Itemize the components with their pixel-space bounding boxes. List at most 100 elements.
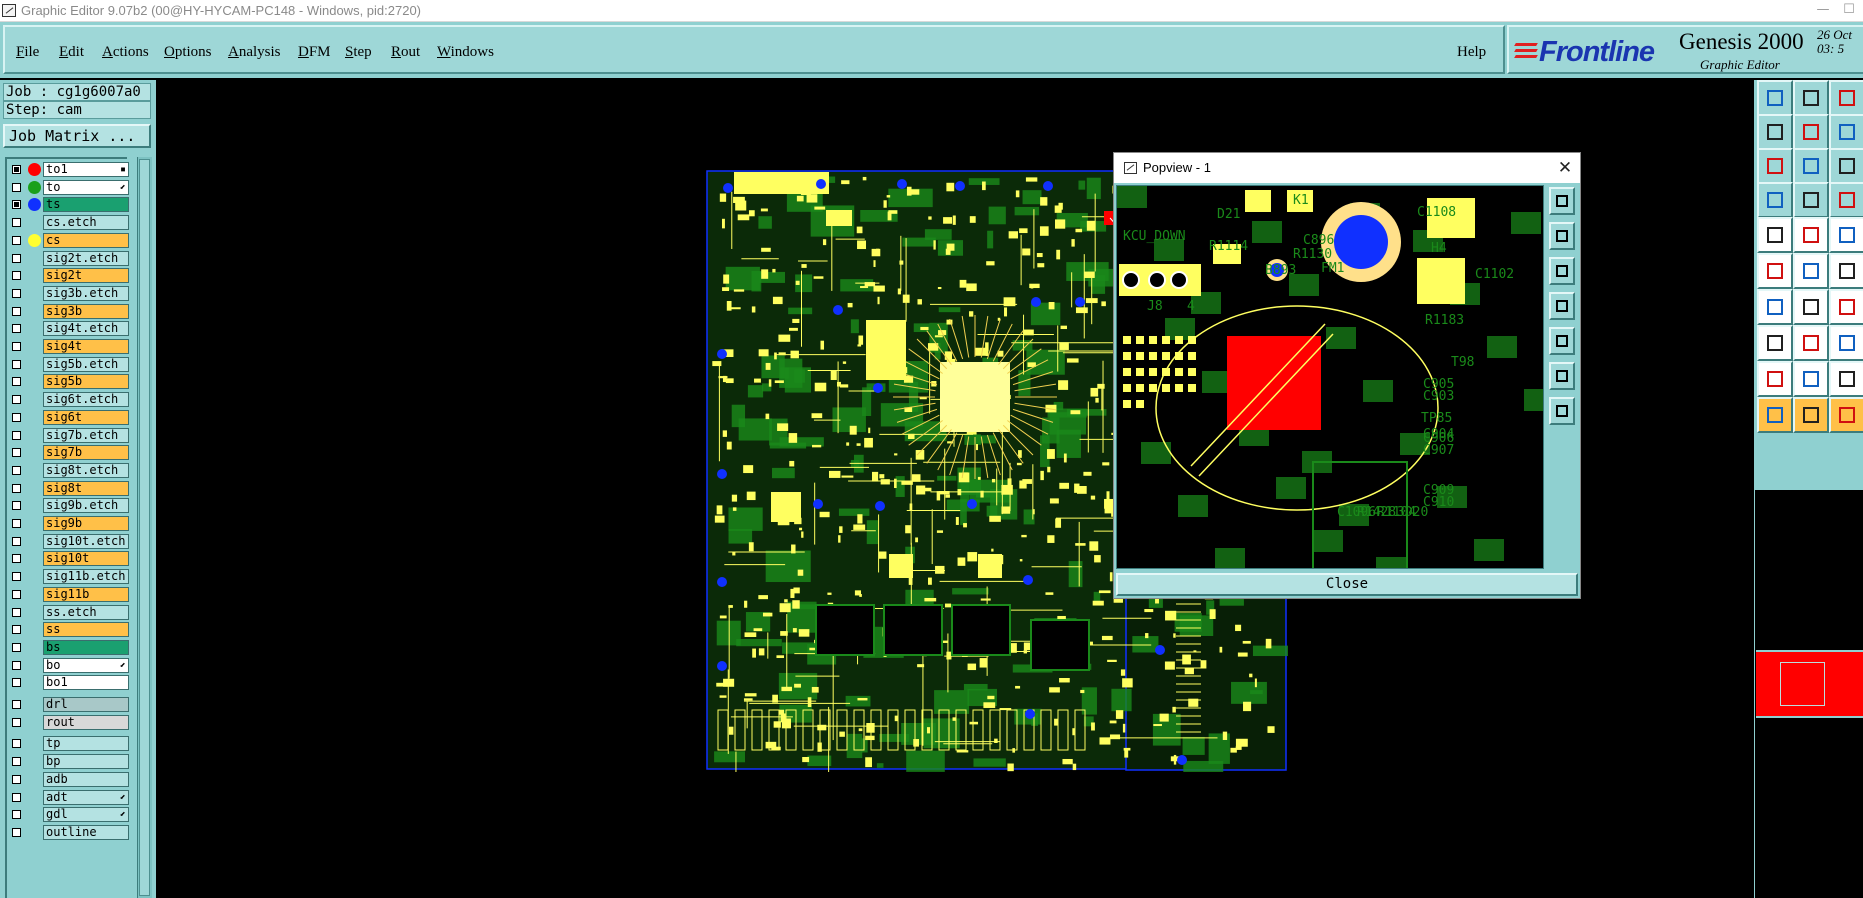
layer-label[interactable]: cs.etch	[43, 215, 129, 231]
popview-graphics[interactable]: J8 4 D21 R1130C896 FM1 KCU_DOWN H4 C1108 C1102 R1…	[1117, 186, 1544, 569]
layer-row-sig4t[interactable]: sig4t	[9, 338, 129, 355]
layer-checkbox[interactable]	[12, 678, 21, 688]
layer-row-sig8t-etch[interactable]: sig8t.etch	[9, 462, 129, 479]
layer-row-sig5b-etch[interactable]: sig5b.etch	[9, 356, 129, 373]
layer-checkbox[interactable]	[12, 774, 21, 784]
line-icon[interactable]	[1757, 289, 1793, 325]
layer-color-dot[interactable]	[28, 163, 41, 176]
layer-label[interactable]: sig4t	[43, 339, 129, 354]
layer-label[interactable]: sig10t.etch	[43, 533, 129, 549]
layer-label[interactable]: sig6t	[43, 409, 129, 425]
menu-step[interactable]: Step	[345, 44, 372, 61]
layer-row-sig10t[interactable]: sig10t	[9, 550, 129, 567]
close-button[interactable]: Close	[1116, 573, 1578, 596]
pan-icon[interactable]	[1793, 148, 1829, 184]
fit-view-icon[interactable]	[1549, 362, 1575, 390]
layer-checkbox[interactable]	[12, 757, 21, 767]
layer-row-sig9b[interactable]: sig9b	[9, 515, 129, 532]
layer-checkbox[interactable]	[12, 359, 21, 369]
layer-label[interactable]: adb	[43, 771, 129, 787]
layer-checkbox[interactable]	[12, 642, 21, 652]
layer-checkbox[interactable]	[12, 717, 21, 727]
layer-label[interactable]: sig9b	[43, 516, 129, 531]
layer-label[interactable]: bs	[43, 639, 129, 655]
layer-label[interactable]: bp	[43, 754, 129, 770]
layer-row-to[interactable]: to ⬋	[9, 179, 129, 196]
pointer-icon[interactable]	[1757, 397, 1793, 433]
layer-row-bo1[interactable]: bo1	[9, 674, 129, 691]
layer-row-gdl[interactable]: gdl ⬋	[9, 806, 129, 823]
menu-rout[interactable]: Rout	[391, 44, 420, 61]
layer-row-tp[interactable]: tp	[9, 735, 129, 752]
zoom-fit-icon[interactable]	[1829, 114, 1863, 150]
edit-icon[interactable]	[1793, 217, 1829, 253]
layer-checkbox[interactable]	[12, 519, 21, 528]
layer-label[interactable]: sig5b	[43, 374, 129, 390]
layer-label[interactable]: cs	[43, 232, 129, 248]
layer-label[interactable]: to ⬋	[43, 179, 129, 195]
close-icon[interactable]: ✕	[1554, 157, 1576, 179]
snap-icon[interactable]	[1757, 182, 1793, 218]
layer-scrollbar[interactable]	[137, 157, 152, 898]
layer-checkbox[interactable]	[12, 324, 21, 334]
layer-checkbox[interactable]	[12, 253, 21, 263]
layer-label[interactable]: bo ⬋	[43, 657, 129, 673]
layer-label[interactable]: sig5b.etch	[43, 356, 129, 372]
layer-checkbox[interactable]	[12, 739, 21, 749]
layer-checkbox[interactable]	[12, 827, 21, 837]
transform-icon[interactable]	[1829, 289, 1863, 325]
layer-row-sig11b[interactable]: sig11b	[9, 586, 129, 603]
layer-row-ts[interactable]: ts	[9, 196, 129, 213]
layer-checkbox[interactable]	[12, 792, 21, 802]
mini-map-viewport[interactable]	[1780, 662, 1825, 706]
menu-file[interactable]: File	[16, 44, 39, 61]
layer-label[interactable]: sig2t.etch	[43, 250, 129, 266]
layer-label[interactable]: outline	[43, 824, 129, 840]
layer-checkbox[interactable]	[12, 554, 21, 564]
menu-actions[interactable]: Actions	[102, 44, 149, 61]
shape-icon[interactable]	[1829, 361, 1863, 397]
layer-color-dot[interactable]	[28, 180, 41, 194]
layer-label[interactable]: sig11b.etch	[43, 569, 129, 585]
zoom-in-icon[interactable]	[1549, 222, 1575, 250]
layer-label[interactable]: sig3b	[43, 303, 129, 319]
layer-checkbox[interactable]	[12, 342, 21, 351]
layer-row-sig7b[interactable]: sig7b	[9, 444, 129, 461]
layer-label[interactable]: adt ⬋	[43, 789, 129, 805]
layer-label[interactable]: sig2t	[43, 268, 129, 284]
layer-color-dot[interactable]	[28, 198, 41, 212]
menu-help[interactable]: Help	[1457, 44, 1486, 61]
grid-icon[interactable]	[1793, 182, 1829, 218]
layer-checkbox[interactable]	[12, 589, 21, 599]
menu-analysis[interactable]: Analysis	[228, 44, 281, 61]
layer-checkbox[interactable]	[12, 483, 21, 493]
layer-label[interactable]: sig11b	[43, 586, 129, 602]
layer-checkbox[interactable]	[12, 536, 21, 546]
layer-checkbox[interactable]	[12, 395, 21, 405]
layer-checkbox[interactable]	[12, 412, 21, 422]
layer-row-bs[interactable]: bs	[9, 639, 129, 656]
layer-label[interactable]: sig4t.etch	[43, 321, 129, 337]
flip-icon[interactable]	[1829, 148, 1863, 184]
layer-row-sig5b[interactable]: sig5b	[9, 373, 129, 390]
layer-row-sig9b-etch[interactable]: sig9b.etch	[9, 497, 129, 514]
arc-icon[interactable]	[1829, 253, 1863, 289]
layer-checkbox[interactable]	[12, 165, 21, 174]
layer-row-bp[interactable]: bp	[9, 753, 129, 770]
polygon-icon[interactable]	[1793, 361, 1829, 397]
layer-checkbox[interactable]	[12, 430, 21, 440]
layer-label[interactable]: ts	[43, 197, 129, 213]
layer-row-sig3b-etch[interactable]: sig3b.etch	[9, 285, 129, 302]
pad-icon[interactable]	[1757, 325, 1793, 361]
layer-row-adt[interactable]: adt ⬋	[9, 789, 129, 806]
layer-checkbox[interactable]	[12, 218, 21, 228]
home-icon[interactable]	[1829, 80, 1863, 116]
node-icon[interactable]	[1757, 253, 1793, 289]
dash-icon[interactable]	[1793, 325, 1829, 361]
layer-label[interactable]: ss	[43, 622, 129, 638]
layer-label[interactable]: sig7b	[43, 445, 129, 461]
pan-right-icon[interactable]	[1549, 327, 1575, 355]
layer-label[interactable]: sig7b.etch	[43, 427, 129, 443]
save-icon[interactable]	[1793, 80, 1829, 116]
layer-checkbox[interactable]	[12, 288, 21, 298]
